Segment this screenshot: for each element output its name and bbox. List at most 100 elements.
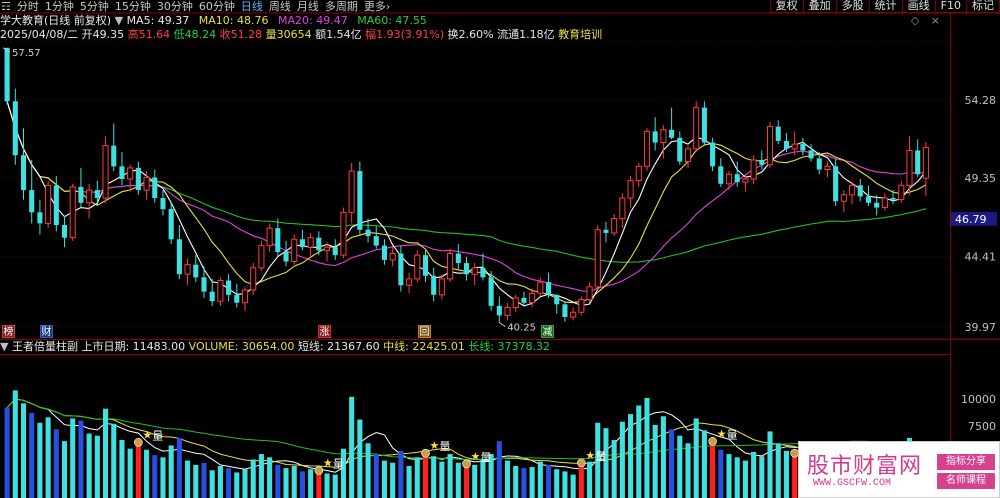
candle-down (12, 101, 18, 156)
candle-up (849, 184, 856, 196)
volume-bar (119, 440, 125, 498)
candle-down (734, 174, 740, 183)
double-volume-label: 量 (152, 429, 163, 442)
volume-bar (78, 420, 84, 498)
candle-down (234, 294, 240, 303)
candle-down (874, 202, 880, 208)
kline-chart[interactable]: ★量★量★量★量★量★量★量 54.2849.3544.4139.9746.79… (0, 0, 1000, 498)
candle-down (381, 245, 388, 260)
volume-bar (775, 443, 781, 498)
candle-down (275, 228, 281, 252)
candle-up (86, 189, 93, 204)
volume-bar (340, 448, 346, 498)
event-tag-reduce[interactable]: 减 (541, 325, 554, 338)
volume-bar (12, 390, 18, 498)
stock-name[interactable]: 学大教育(日线 前复权) (0, 14, 111, 27)
candle-up (766, 126, 774, 166)
candle-down (480, 267, 486, 278)
candle-down (816, 158, 822, 170)
volume-bar (751, 451, 757, 498)
candle-up (824, 165, 831, 170)
volume-bar (127, 448, 133, 498)
double-volume-label: 量 (333, 457, 344, 470)
candle-down (701, 107, 707, 143)
candle-up (586, 286, 593, 301)
candle-down (209, 291, 215, 302)
quote-industry[interactable]: 教育培训 (558, 28, 602, 41)
volume-bar (545, 464, 552, 498)
candle-up (791, 143, 798, 150)
volume-bar (324, 473, 330, 498)
volume-bar (217, 465, 223, 498)
ma-menu-icon[interactable]: ▼ (115, 14, 123, 27)
candle-down (135, 167, 141, 191)
candle-down (398, 253, 404, 286)
price-tick-label: 39.97 (965, 321, 997, 334)
candle-down (759, 159, 765, 165)
candle-down (915, 150, 921, 175)
event-tag-limit-up[interactable]: 涨 (318, 325, 331, 338)
candle-up (570, 311, 577, 318)
candle-up (881, 197, 888, 209)
volume-bar (742, 460, 748, 498)
quote-amount: 额1.54亿 (315, 28, 362, 41)
volume-bar (61, 441, 68, 498)
volume-bar (611, 440, 617, 498)
ma60-label: MA60: 47.55 (357, 14, 427, 27)
event-tag-buyback[interactable]: 回 (418, 325, 431, 338)
indicator-name[interactable]: 王者倍量柱副 (12, 340, 78, 353)
volume-bar (291, 465, 297, 498)
candle-down (119, 166, 125, 179)
candle-down (53, 185, 59, 226)
volume-bar (513, 465, 519, 498)
volume-bar (554, 469, 560, 498)
volume-bar (726, 454, 732, 498)
candle-down (775, 126, 781, 141)
indicator-share-badge: 指标分享 (937, 454, 995, 470)
volume-bar (70, 418, 76, 498)
volume-bar (94, 435, 100, 498)
money-bag-icon (134, 438, 143, 447)
candle-down (299, 239, 305, 248)
watermark-title: 股市财富网 (807, 454, 923, 479)
candle-up (742, 178, 749, 183)
candle-up (725, 173, 733, 185)
volume-bar (660, 416, 666, 498)
candle-down (545, 282, 552, 295)
volume-bar (349, 396, 355, 498)
candle-up (389, 253, 396, 261)
quote-line: 2025/04/08/二 开49.35 高51.64 低48.24 收51.28… (0, 28, 602, 41)
volume-bar (365, 443, 371, 498)
candle-up (922, 147, 929, 179)
event-tag-list[interactable]: 榜 (2, 325, 15, 338)
volume-bar (29, 413, 35, 498)
candle-up (504, 306, 511, 316)
candle-down (521, 297, 527, 303)
close-icon[interactable]: × (931, 14, 940, 27)
star-icon: ★ (142, 428, 152, 441)
volume-bar (521, 468, 527, 498)
money-bag-icon (314, 466, 324, 475)
candle-down (669, 129, 675, 138)
double-volume-label: 量 (595, 450, 606, 463)
ma10-label: MA10: 48.76 (198, 14, 269, 27)
candle-down (488, 277, 494, 306)
volume-bar (570, 474, 576, 498)
candle-down (455, 253, 461, 264)
volume-bar (226, 468, 232, 498)
event-tag-finance[interactable]: 财 (40, 325, 53, 338)
indicator-menu-icon[interactable]: ▼ (0, 340, 8, 353)
volume-bar (242, 469, 248, 498)
candle-up (102, 145, 109, 199)
mid-line-value: 中线: 22425.01 (383, 340, 465, 353)
candle-up (127, 167, 134, 180)
min-price-note: 40.25 (507, 323, 536, 334)
settings-icon[interactable]: ◇ (911, 14, 919, 27)
volume-bar (603, 428, 609, 498)
candle-down (800, 144, 806, 151)
volume-bar (562, 471, 568, 498)
candle-down (176, 239, 182, 275)
volume-bar (496, 441, 502, 498)
volume-tick-label: 7500 (968, 420, 996, 433)
candle-down (152, 177, 158, 199)
